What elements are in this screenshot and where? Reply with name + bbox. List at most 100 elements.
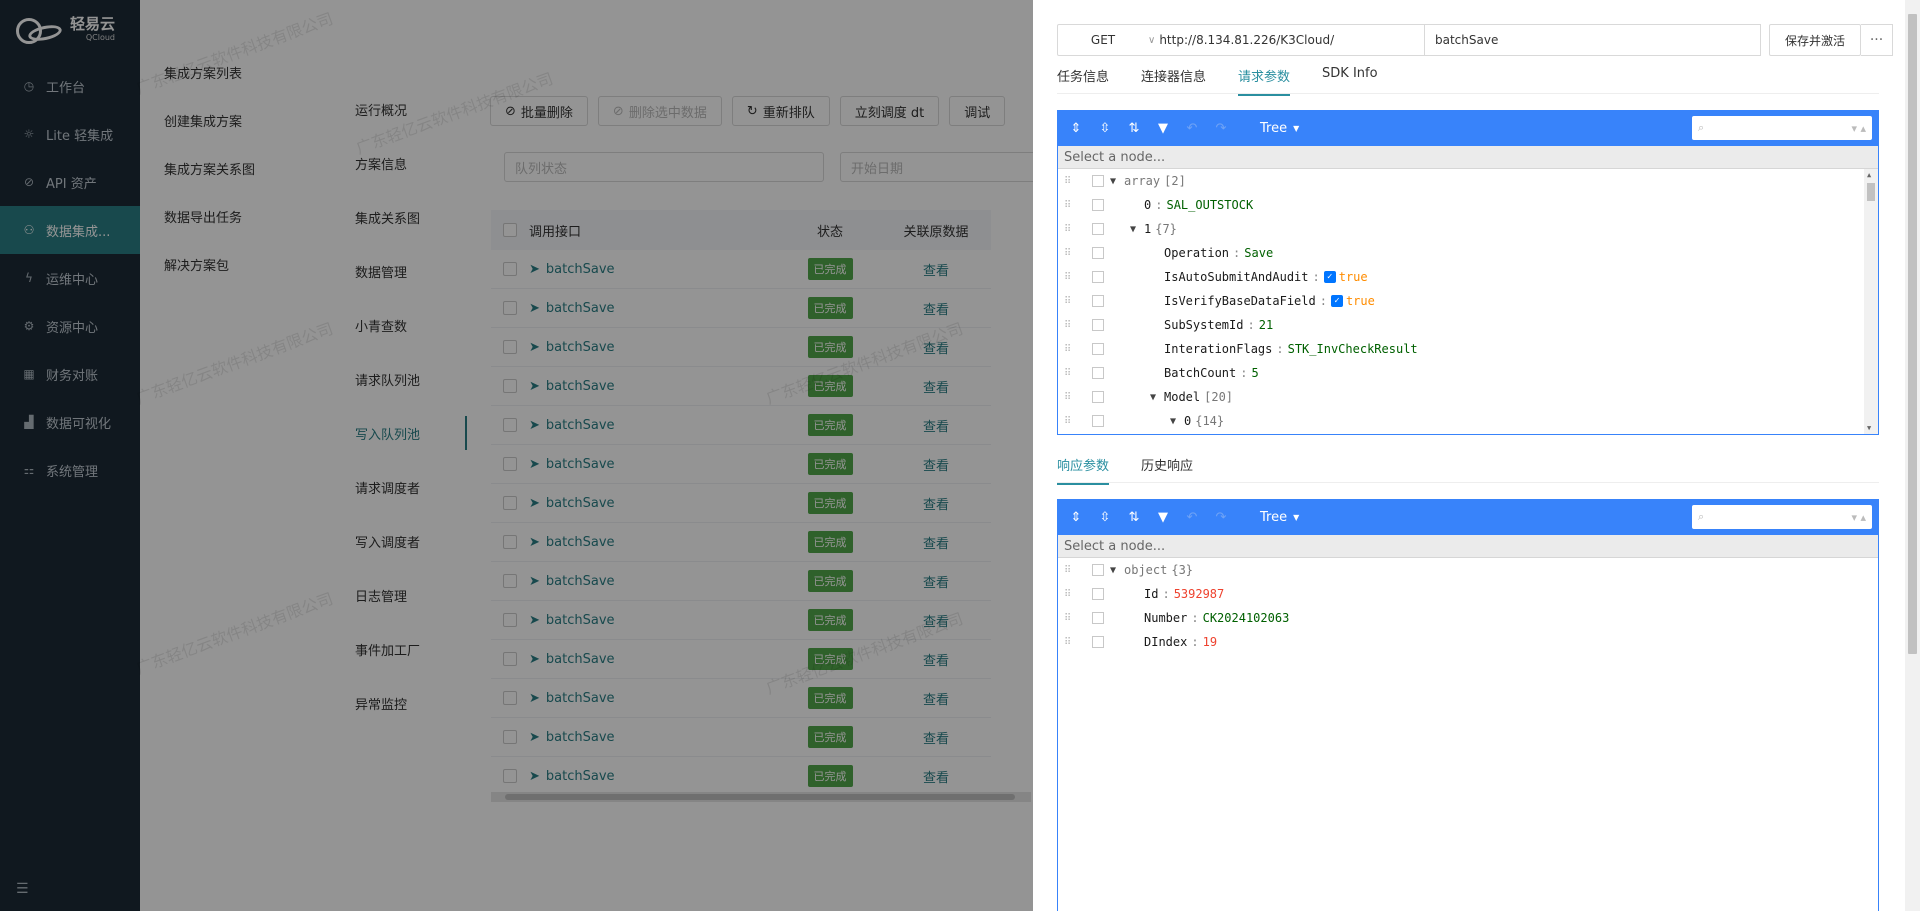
context-menu-button[interactable] [1092, 295, 1104, 307]
tree-node[interactable]: ⠿ ▼ object {3} [1058, 558, 1878, 582]
drag-handle-icon[interactable]: ⠿ [1064, 416, 1076, 427]
expand-toggle-icon[interactable]: ▼ [1110, 565, 1124, 576]
checkbox-icon[interactable]: ✓ [1330, 295, 1343, 307]
context-menu-button[interactable] [1092, 588, 1104, 600]
context-menu-button[interactable] [1092, 175, 1104, 187]
node-navbar[interactable]: Select a node... [1058, 535, 1878, 558]
node-key: Number [1144, 611, 1188, 625]
drag-handle-icon[interactable]: ⠿ [1064, 176, 1076, 187]
tree-node[interactable]: ⠿ IsVerifyBaseDataField: ✓ true [1058, 289, 1878, 313]
search-nav-icon[interactable]: ▾ ▴ [1851, 511, 1866, 524]
node-value[interactable]: 19 [1203, 635, 1217, 649]
expand-toggle-icon[interactable]: ▼ [1110, 176, 1124, 187]
tree-node[interactable]: ⠿ DIndex:19 [1058, 630, 1878, 654]
context-menu-button[interactable] [1092, 636, 1104, 648]
drawer-tab[interactable]: 请求参数 [1238, 66, 1291, 96]
expand-all-icon[interactable]: ⇕ [1066, 119, 1086, 139]
json-search-input[interactable]: ⌕ ▾ ▴ [1692, 505, 1872, 529]
drawer-tab[interactable]: 历史响应 [1141, 455, 1193, 485]
tree-node[interactable]: ⠿ Operation: Save [1058, 241, 1878, 265]
mode-select[interactable]: Tree ▼ [1260, 510, 1299, 525]
node-value[interactable]: Save [1244, 246, 1273, 260]
drag-handle-icon[interactable]: ⠿ [1064, 565, 1076, 576]
api-name-input[interactable]: batchSave [1425, 24, 1761, 56]
context-menu-button[interactable] [1092, 271, 1104, 283]
drawer-tab[interactable]: 响应参数 [1057, 455, 1110, 485]
node-value[interactable]: 5 [1251, 366, 1258, 380]
context-menu-button[interactable] [1092, 391, 1104, 403]
node-value[interactable]: 5392987 [1174, 587, 1225, 601]
drag-handle-icon[interactable]: ⠿ [1064, 613, 1076, 624]
undo-icon[interactable]: ↶ [1182, 508, 1202, 528]
tree-node[interactable]: ⠿ 0: SAL_OUTSTOCK [1058, 193, 1878, 217]
drawer-tab[interactable]: 任务信息 [1057, 66, 1109, 96]
undo-icon[interactable]: ↶ [1182, 119, 1202, 139]
drag-handle-icon[interactable]: ⠿ [1064, 368, 1076, 379]
separator: : [1233, 246, 1241, 260]
drag-handle-icon[interactable]: ⠿ [1064, 272, 1076, 283]
drawer-tab[interactable]: SDK Info [1322, 66, 1378, 96]
checkbox-icon[interactable]: ✓ [1323, 271, 1336, 283]
node-navbar[interactable]: Select a node... [1058, 146, 1878, 169]
drag-handle-icon[interactable]: ⠿ [1064, 320, 1076, 331]
tree-node[interactable]: ⠿ IsAutoSubmitAndAudit: ✓ true [1058, 265, 1878, 289]
tree-node[interactable]: ⠿ BatchCount:5 [1058, 361, 1878, 385]
context-menu-button[interactable] [1092, 247, 1104, 259]
tree-node[interactable]: ⠿ ▼ array [2] [1058, 169, 1878, 193]
context-menu-button[interactable] [1092, 223, 1104, 235]
context-menu-button[interactable] [1092, 343, 1104, 355]
context-menu-button[interactable] [1092, 367, 1104, 379]
tree-node[interactable]: ⠿ ▼ 0 {14} [1058, 409, 1878, 433]
expand-all-icon[interactable]: ⇕ [1066, 508, 1086, 528]
tree-node[interactable]: ⠿ Number: CK2024102063 [1058, 606, 1878, 630]
mode-select[interactable]: Tree ▼ [1260, 121, 1299, 136]
drag-handle-icon[interactable]: ⠿ [1064, 224, 1076, 235]
tree-node[interactable]: ⠿ ▼ Model [20] [1058, 385, 1878, 409]
tree-node[interactable]: ⠿ Id :5392987 [1058, 582, 1878, 606]
node-value[interactable]: true [1339, 270, 1368, 284]
drag-handle-icon[interactable]: ⠿ [1064, 248, 1076, 259]
drag-handle-icon[interactable]: ⠿ [1064, 344, 1076, 355]
node-value[interactable]: SAL_OUTSTOCK [1166, 198, 1253, 212]
chevron-down-icon[interactable]: ∨ [1148, 35, 1155, 46]
node-value[interactable]: true [1346, 294, 1375, 308]
expand-toggle-icon[interactable]: ▼ [1150, 392, 1164, 403]
drag-handle-icon[interactable]: ⠿ [1064, 637, 1076, 648]
filter-icon[interactable]: ▼ [1153, 119, 1173, 139]
collapse-all-icon[interactable]: ⇳ [1095, 119, 1115, 139]
drawer-backdrop[interactable] [0, 0, 1033, 911]
drawer-tab[interactable]: 连接器信息 [1141, 66, 1206, 96]
save-activate-button[interactable]: 保存并激活 [1769, 24, 1862, 56]
node-value[interactable]: 21 [1259, 318, 1273, 332]
context-menu-button[interactable] [1092, 612, 1104, 624]
node-value[interactable]: CK2024102063 [1203, 611, 1290, 625]
more-options-button[interactable]: ··· [1861, 24, 1894, 56]
drag-handle-icon[interactable]: ⠿ [1064, 589, 1076, 600]
drag-handle-icon[interactable]: ⠿ [1064, 296, 1076, 307]
drag-handle-icon[interactable]: ⠿ [1064, 392, 1076, 403]
drag-handle-icon[interactable]: ⠿ [1064, 200, 1076, 211]
sort-icon[interactable]: ⇅ [1124, 119, 1144, 139]
url-input[interactable]: http://8.134.81.226/K3Cloud/ [1159, 33, 1424, 47]
separator: : [1319, 294, 1327, 308]
redo-icon[interactable]: ↷ [1211, 119, 1231, 139]
http-method-select[interactable]: GET [1058, 33, 1148, 47]
context-menu-button[interactable] [1092, 199, 1104, 211]
node-value[interactable]: STK_InvCheckResult [1288, 342, 1418, 356]
tree-node[interactable]: ⠿ SubSystemId:21 [1058, 313, 1878, 337]
collapse-all-icon[interactable]: ⇳ [1095, 508, 1115, 528]
context-menu-button[interactable] [1092, 415, 1104, 427]
context-menu-button[interactable] [1092, 564, 1104, 576]
tree-node[interactable]: ⠿ ▼ 1 {7} [1058, 217, 1878, 241]
tree-node[interactable]: ⠿ InterationFlags: STK_InvCheckResult [1058, 337, 1878, 361]
sort-icon[interactable]: ⇅ [1124, 508, 1144, 528]
redo-icon[interactable]: ↷ [1211, 508, 1231, 528]
context-menu-button[interactable] [1092, 319, 1104, 331]
json-search-input[interactable]: ⌕ ▾ ▴ [1692, 116, 1872, 140]
tree-scrollbar[interactable]: ▲ ▼ [1864, 169, 1878, 434]
expand-toggle-icon[interactable]: ▼ [1170, 416, 1184, 427]
filter-icon[interactable]: ▼ [1153, 508, 1173, 528]
search-nav-icon[interactable]: ▾ ▴ [1851, 122, 1866, 135]
drawer-scrollbar[interactable] [1905, 0, 1920, 911]
expand-toggle-icon[interactable]: ▼ [1130, 224, 1144, 235]
